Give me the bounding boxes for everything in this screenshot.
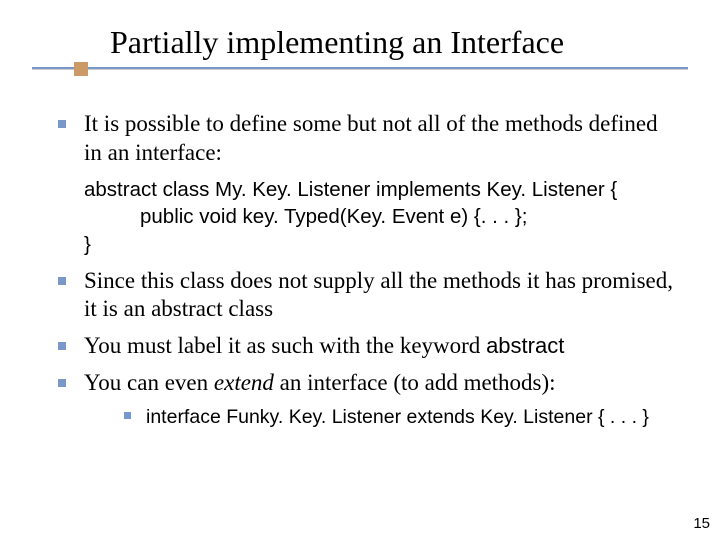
- bullet-text: It is possible to define some but not al…: [84, 111, 658, 165]
- bullet-text-pre: You can even: [84, 370, 214, 395]
- bullet-item: You can even extend an interface (to add…: [50, 369, 680, 430]
- code-block: abstract class My. Key. Listener impleme…: [84, 176, 680, 259]
- slide-title: Partially implementing an Interface: [110, 24, 688, 61]
- bullet-item: It is possible to define some but not al…: [50, 110, 680, 168]
- code-line: abstract class My. Key. Listener impleme…: [84, 176, 680, 204]
- keyword-abstract: abstract: [486, 333, 564, 358]
- sub-code-text: interface Funky. Key. Listener extends K…: [146, 406, 649, 428]
- code-line: public void key. Typed(Key. Event e) {. …: [84, 203, 680, 231]
- bullet-item: Since this class does not supply all the…: [50, 267, 680, 325]
- slide: Partially implementing an Interface It i…: [0, 0, 720, 540]
- slide-body: It is possible to define some but not al…: [50, 110, 680, 438]
- sub-bullet-list: interface Funky. Key. Listener extends K…: [118, 404, 680, 430]
- bullet-text-post: an interface (to add methods):: [274, 370, 556, 395]
- bullet-list: It is possible to define some but not al…: [50, 110, 680, 430]
- title-area: Partially implementing an Interface: [32, 24, 688, 70]
- bullet-item: You must label it as such with the keywo…: [50, 332, 680, 361]
- title-underline: [32, 67, 688, 69]
- code-line: }: [84, 231, 680, 259]
- bullet-text-pre: You must label it as such with the keywo…: [84, 333, 486, 358]
- title-accent-square: [74, 62, 88, 76]
- bullet-text: Since this class does not supply all the…: [84, 268, 673, 322]
- sub-bullet-item: interface Funky. Key. Listener extends K…: [118, 404, 680, 430]
- emphasis-extend: extend: [214, 370, 274, 395]
- title-hairline: [32, 69, 688, 70]
- page-number: 15: [693, 515, 710, 532]
